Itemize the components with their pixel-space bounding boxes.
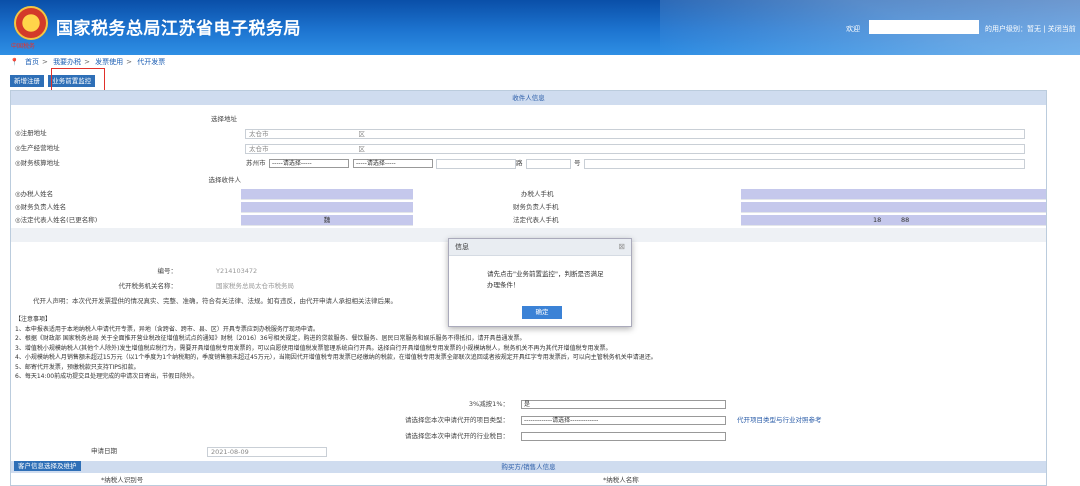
legal-name-input[interactable]: 魏 bbox=[241, 215, 413, 226]
finance-phone-input[interactable] bbox=[741, 202, 1046, 213]
breadcrumb-invoice[interactable]: 发票使用 bbox=[95, 58, 123, 66]
legal-phone-label: 法定代表人手机 bbox=[513, 216, 559, 224]
registered-address-input[interactable]: 太仓市区 bbox=[245, 129, 1025, 139]
close-icon[interactable]: ⊠ bbox=[618, 239, 625, 255]
handler-name-label: ◎办税人姓名 bbox=[15, 190, 54, 198]
finance-street-select[interactable]: -----请选择----- bbox=[353, 159, 433, 168]
industry-label: 请选择您本次申请代开的行业税目： bbox=[405, 432, 509, 440]
declaration-text: 代开人声明：本次代开发票提供的情况真实、完整、准确，符合有关法律、法规。如有违反… bbox=[33, 297, 397, 305]
project-type-select[interactable]: -------------请选择------------- bbox=[521, 416, 726, 425]
select-address-row: 选择地址 bbox=[11, 114, 1046, 125]
finance-road-input[interactable] bbox=[436, 159, 516, 169]
site-header: 中国税务 国家税务总局江苏省电子税务局 欢迎 的用户级别：暂无 | 关闭当前 bbox=[0, 0, 1080, 55]
buyer-id-label: *纳税人识别号 bbox=[101, 476, 144, 484]
finance-phone-label: 财务负责人手机 bbox=[513, 203, 559, 211]
site-title: 国家税务总局江苏省电子税务局 bbox=[56, 19, 301, 39]
rate-row: 3%减按1%： 是 bbox=[11, 399, 1046, 410]
buyer-row: *纳税人识别号 *纳税人名称 bbox=[11, 475, 1046, 486]
project-type-label: 请选择您本次申请代开的项目类型： bbox=[405, 416, 509, 424]
breadcrumb-home[interactable]: 首页 bbox=[25, 58, 39, 66]
note-item: 3、增值税小规模纳税人(其他个人除外)发生增值税应税行为，需要开具增值税专用发票… bbox=[15, 344, 612, 352]
note-item: 5、邮寄代开发票，预缴税款只支持TIPS扣款。 bbox=[15, 363, 140, 371]
tax-emblem-icon bbox=[14, 6, 48, 40]
note-item: 4、小规模纳税人月销售额未超过15万元（以1个季度为1个纳税期的，季度销售额未超… bbox=[15, 354, 657, 361]
info-dialog: 信息 ⊠ 请先点击"业务前置监控"，判断是否满足办理条件！ 确定 bbox=[448, 238, 632, 327]
dialog-title: 信息 bbox=[455, 243, 469, 251]
industry-row: 请选择您本次申请代开的行业税目： bbox=[11, 431, 1046, 442]
tax-office-label: 代开税务机关名称： bbox=[118, 282, 178, 290]
breadcrumb: 📍 首页 > 我要办税 > 发票使用 > 代开发票 bbox=[10, 58, 166, 66]
serial-value: Y214103472 bbox=[216, 267, 258, 275]
dialog-title-bar: 信息 ⊠ bbox=[449, 239, 631, 256]
emblem-caption: 中国税务 bbox=[11, 43, 36, 50]
rate-select[interactable]: 是 bbox=[521, 400, 726, 409]
tax-office-value: 国家税务总局太仓市税务局 bbox=[216, 282, 294, 290]
username-redacted bbox=[869, 20, 979, 34]
road-suffix: 路 bbox=[516, 159, 523, 167]
select-payee-label[interactable]: 选择收件人 bbox=[191, 175, 242, 186]
dialog-message: 请先点击"业务前置监控"，判断是否满足办理条件！ bbox=[487, 270, 604, 289]
handler-row: ◎办税人姓名 办税人手机 bbox=[11, 189, 1046, 200]
registered-address-label: ◎注册地址 bbox=[15, 129, 47, 137]
select-payee-row: 选择收件人 bbox=[11, 175, 1046, 186]
finance-person-row: ◎财务负责人姓名 财务负责人手机 bbox=[11, 202, 1046, 213]
finance-city: 苏州市 bbox=[246, 159, 266, 167]
industry-select[interactable] bbox=[521, 432, 726, 441]
production-address-row: ◎生产经营地址 太仓市区 bbox=[11, 143, 1046, 154]
apply-date-input[interactable]: 2021-08-09 bbox=[207, 447, 327, 457]
customer-info-button[interactable]: 客户信息选择及维护 bbox=[14, 461, 81, 471]
handler-phone-input[interactable] bbox=[741, 189, 1046, 200]
legal-name-label: ◎法定代表人姓名(已更名称) bbox=[15, 216, 98, 224]
finance-number-input[interactable] bbox=[526, 159, 571, 169]
legal-phone-input[interactable]: 18 88 bbox=[741, 215, 1046, 226]
production-address-input[interactable]: 太仓市区 bbox=[245, 144, 1025, 154]
finance-detail-input[interactable] bbox=[584, 159, 1025, 169]
apply-date-label: 申请日期 bbox=[91, 447, 117, 455]
select-address-label[interactable]: 选择地址 bbox=[191, 114, 237, 125]
welcome-text: 欢迎 bbox=[846, 25, 860, 33]
registered-address-row: ◎注册地址 太仓市区 bbox=[11, 128, 1046, 139]
finance-address-row: ◎财务核算地址 苏州市 -----请选择----- -----请选择----- … bbox=[11, 158, 1046, 169]
highlight-box bbox=[51, 68, 105, 92]
serial-label: 编号： bbox=[157, 267, 178, 275]
breadcrumb-tax[interactable]: 我要办税 bbox=[53, 58, 81, 66]
finance-address-label: ◎财务核算地址 bbox=[15, 159, 60, 167]
location-pin-icon: 📍 bbox=[10, 58, 19, 66]
payee-section-header: 收件人信息 bbox=[11, 91, 1046, 105]
ok-button[interactable]: 确定 bbox=[522, 306, 562, 319]
note-item: 2、根据《财政部 国家税务总局 关于全面推开营业税改征增值税试点的通知》财税〔2… bbox=[15, 335, 526, 342]
finance-name-input[interactable] bbox=[241, 202, 413, 213]
finance-name-label: ◎财务负责人姓名 bbox=[15, 203, 67, 211]
apply-date-row: 申请日期 2021-08-09 bbox=[11, 446, 1046, 457]
note-item: 6、每天14:00前成功提交且处理完成的申请次日寄出，节假日除外。 bbox=[15, 373, 199, 380]
handler-phone-label: 办税人手机 bbox=[521, 190, 554, 198]
buyer-section-header: 客户信息选择及维护 购买方/销售人信息 bbox=[11, 461, 1046, 473]
handler-name-input[interactable] bbox=[241, 189, 413, 200]
breadcrumb-current[interactable]: 代开发票 bbox=[137, 58, 165, 66]
buyer-name-label: *纳税人名称 bbox=[603, 476, 639, 484]
rate-label: 3%减按1%： bbox=[468, 400, 509, 408]
legal-rep-row: ◎法定代表人姓名(已更名称) 魏 法定代表人手机 18 88 bbox=[11, 215, 1046, 226]
user-level-info[interactable]: 的用户级别：暂无 | 关闭当前 bbox=[985, 24, 1076, 34]
project-type-reference-link[interactable]: 代开项目类型与行业对照参考 bbox=[737, 415, 822, 426]
project-type-row: 请选择您本次申请代开的项目类型： -------------请选择-------… bbox=[11, 415, 1046, 426]
finance-district-select[interactable]: -----请选择----- bbox=[269, 159, 349, 168]
number-suffix: 号 bbox=[574, 159, 581, 167]
new-register-button[interactable]: 新增注册 bbox=[10, 75, 44, 87]
production-address-label: ◎生产经营地址 bbox=[15, 144, 60, 152]
